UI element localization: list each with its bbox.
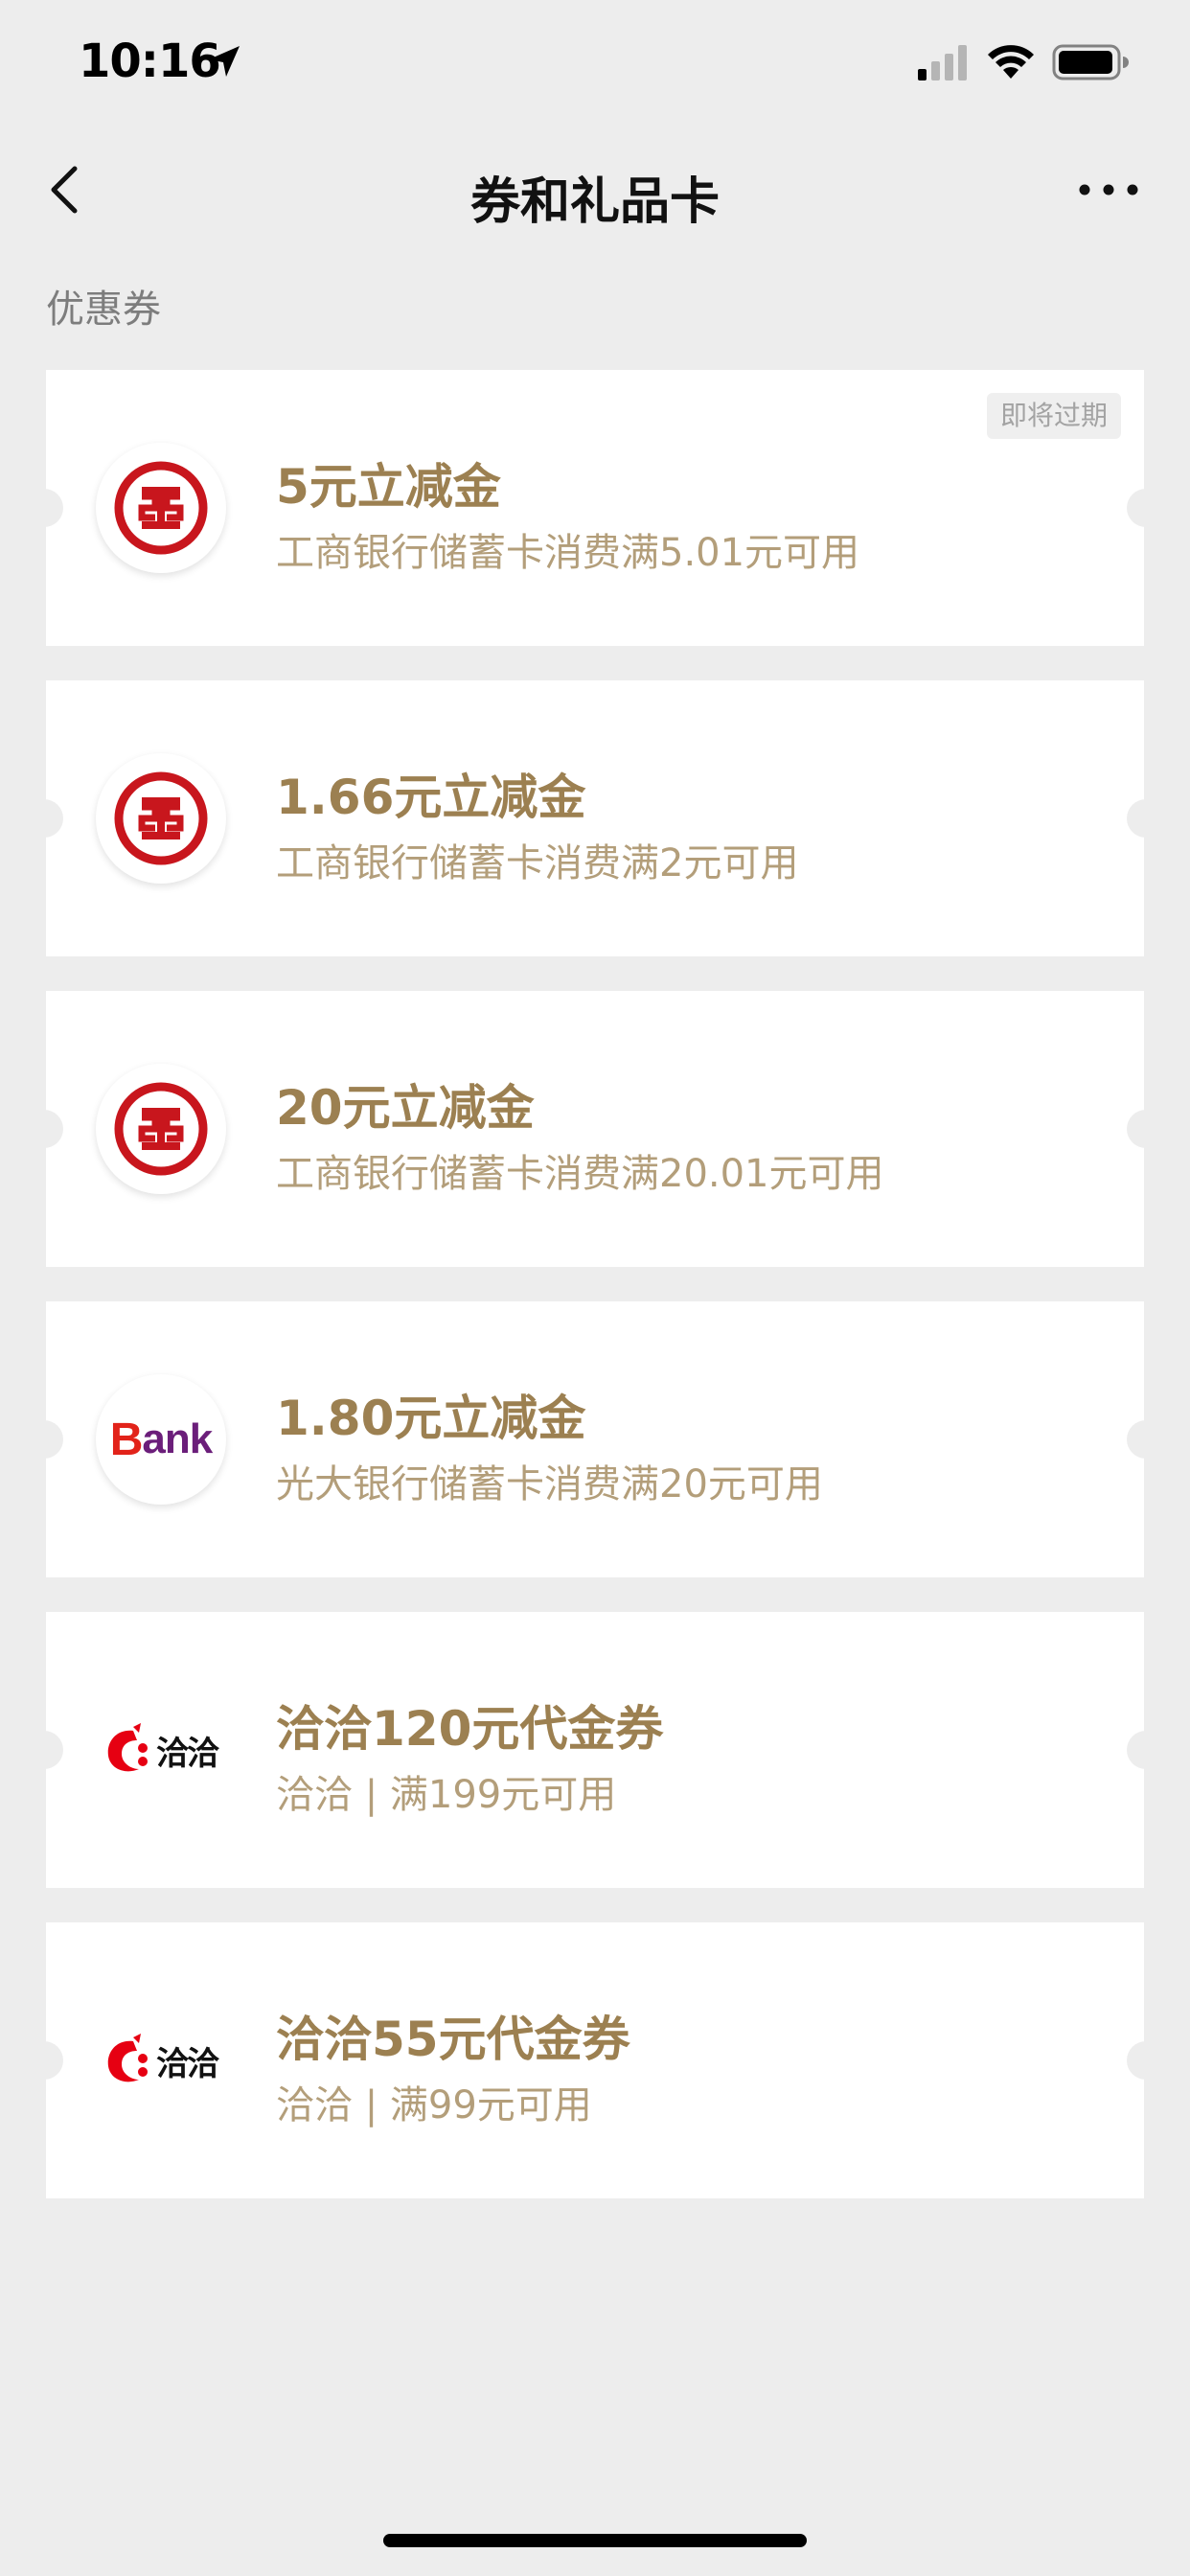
icbc-logo	[96, 1064, 226, 1194]
icbc-logo	[96, 443, 226, 573]
coupon-description: 工商银行储蓄卡消费满5.01元可用	[276, 531, 860, 575]
coupon-card[interactable]: Bank 1.80元立减金 光大银行储蓄卡消费满20元可用	[25, 1301, 1165, 1577]
qiaqia-logo-text: 洽洽	[156, 2044, 219, 2083]
ticket-notch	[1127, 799, 1165, 838]
ticket-notch	[25, 2041, 63, 2080]
coupon-title: 洽洽120元代金券	[276, 1701, 664, 1757]
page-title: 券和礼品卡	[469, 173, 720, 231]
coupon-card[interactable]: 洽洽 洽洽55元代金券 洽洽 | 满99元可用	[25, 1922, 1165, 2198]
coupon-description: 光大银行储蓄卡消费满20元可用	[276, 1462, 823, 1506]
ticket-notch	[1127, 489, 1165, 527]
qiaqia-emblem-icon	[107, 2034, 148, 2082]
navigation-bar: 券和礼品卡	[0, 144, 1190, 236]
icbc-logo	[96, 753, 226, 884]
coupon-description: 工商银行储蓄卡消费满2元可用	[276, 841, 799, 886]
coupon-title: 1.66元立减金	[276, 770, 586, 825]
coupon-card[interactable]: 即将过期 5元立减金 工商银行储蓄卡消费满5.01元可用	[25, 370, 1165, 646]
ticket-notch	[25, 489, 63, 527]
ticket-notch	[25, 1110, 63, 1148]
ticket-notch	[25, 1731, 63, 1769]
section-title: 优惠券	[46, 288, 161, 332]
status-time: 10:16	[79, 34, 221, 88]
coupon-title: 洽洽55元代金券	[276, 2012, 630, 2067]
ticket-notch	[1127, 1420, 1165, 1459]
ticket-notch	[1127, 1110, 1165, 1148]
ticket-notch	[1127, 1731, 1165, 1769]
qiaqia-logo: 洽洽	[96, 1995, 226, 2126]
coupon-title: 1.80元立减金	[276, 1391, 586, 1446]
coupon-description: 工商银行储蓄卡消费满20.01元可用	[276, 1152, 884, 1196]
bank-logo-text: ank	[142, 1415, 213, 1462]
home-indicator[interactable]	[383, 2534, 807, 2547]
cellular-signal-icon	[918, 45, 967, 80]
coupon-description: 洽洽 | 满199元可用	[276, 1773, 617, 1817]
ticket-notch	[25, 1420, 63, 1459]
qiaqia-logo: 洽洽	[96, 1685, 226, 1815]
qiaqia-logo-text: 洽洽	[156, 1734, 219, 1773]
ticket-notch	[25, 799, 63, 838]
bank-logo-initial: B	[109, 1414, 144, 1465]
more-options-icon[interactable]	[1075, 163, 1142, 217]
coupon-title: 20元立减金	[276, 1080, 535, 1136]
qiaqia-emblem-icon	[107, 1723, 148, 1772]
coupon-card[interactable]: 洽洽 洽洽120元代金券 洽洽 | 满199元可用	[25, 1612, 1165, 1888]
expiring-soon-badge: 即将过期	[986, 393, 1121, 439]
location-arrow-icon	[209, 46, 240, 77]
wifi-icon	[988, 45, 1034, 79]
ticket-notch	[1127, 2041, 1165, 2080]
ceb-bank-logo: Bank	[96, 1374, 226, 1505]
coupon-description: 洽洽 | 满99元可用	[276, 2083, 592, 2128]
battery-icon	[1052, 44, 1129, 80]
coupon-card[interactable]: 20元立减金 工商银行储蓄卡消费满20.01元可用	[25, 991, 1165, 1267]
coupon-title: 5元立减金	[276, 459, 501, 515]
coupon-card[interactable]: 1.66元立减金 工商银行储蓄卡消费满2元可用	[25, 680, 1165, 956]
status-bar: 10:16	[0, 0, 1190, 130]
